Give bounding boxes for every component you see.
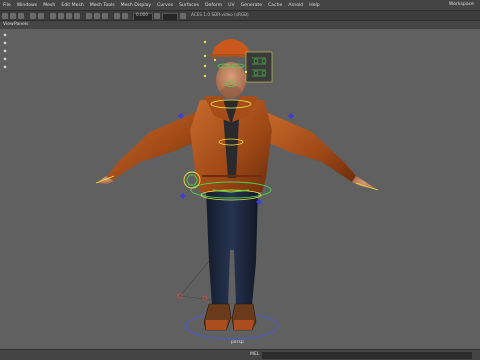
mel-label[interactable]: MEL [250, 352, 259, 357]
boot-right-toe [234, 320, 254, 330]
jeans [206, 190, 258, 306]
face-control-board [245, 51, 273, 83]
command-input[interactable] [262, 352, 472, 359]
hand-right [352, 176, 378, 190]
knee-pole-vector-right [202, 295, 208, 301]
camera-label: persp [231, 340, 244, 345]
boot-left-toe [206, 320, 228, 330]
ik-fk-switch-left-inner [186, 174, 198, 186]
pole-line-left [179, 259, 211, 297]
character-rig-scene [95, 39, 379, 340]
maya-window: File Windows Mesh Edit Mesh Mesh Tools M… [0, 0, 480, 360]
chin [221, 85, 241, 99]
hard-hat-brim [210, 54, 252, 57]
command-line-bar: MEL [0, 349, 480, 360]
pole-line-left-2 [179, 295, 214, 301]
jacket-sleeve-left [106, 112, 200, 182]
hard-hat [212, 39, 250, 56]
jacket-sleeve-right [262, 112, 356, 182]
